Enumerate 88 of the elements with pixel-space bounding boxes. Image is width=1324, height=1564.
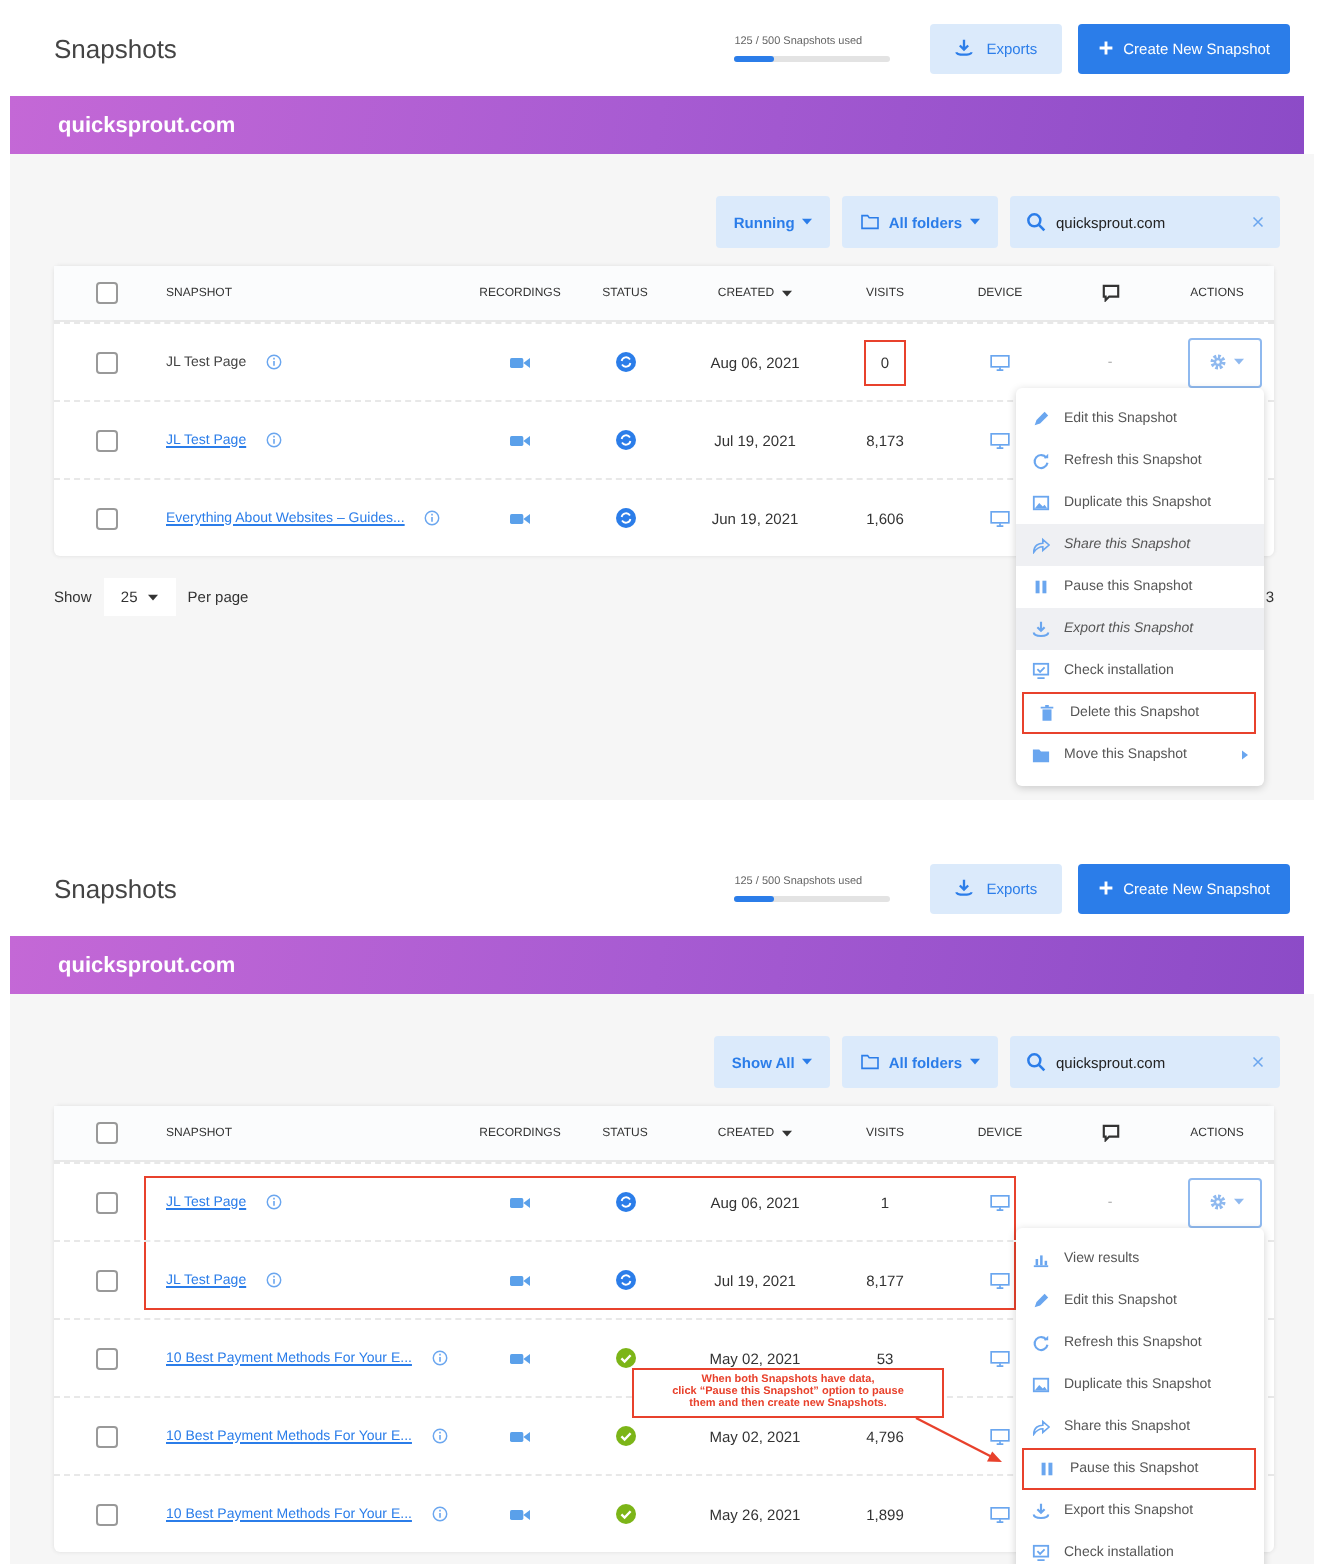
video-camera-icon[interactable] — [510, 1507, 530, 1521]
folder-icon — [860, 214, 881, 230]
video-camera-icon[interactable] — [510, 1273, 530, 1287]
pause-icon — [1032, 578, 1050, 596]
sync-status-icon — [615, 430, 635, 450]
sync-status-icon — [615, 1270, 635, 1290]
download-icon — [954, 38, 975, 58]
info-icon[interactable] — [266, 432, 283, 448]
desktop-icon — [990, 509, 1010, 527]
desktop-icon — [990, 1427, 1010, 1445]
desktop-icon — [990, 1349, 1010, 1367]
sort-caret-icon — [782, 1129, 793, 1137]
row-checkbox[interactable] — [96, 507, 118, 529]
refresh-icon — [1032, 1334, 1050, 1352]
check-status-icon — [615, 1426, 635, 1446]
settings-icon — [1207, 352, 1227, 372]
caret-icon — [802, 1058, 813, 1066]
row-checkbox[interactable] — [96, 1425, 118, 1447]
sync-status-icon — [615, 352, 635, 372]
desktop-icon — [990, 1505, 1010, 1523]
caret-icon — [148, 593, 159, 601]
sync-status-icon — [615, 508, 635, 528]
site-name: quicksprout.com — [58, 953, 236, 977]
download-icon — [954, 878, 975, 898]
desktop-icon — [990, 353, 1010, 371]
actions-button[interactable] — [1188, 337, 1262, 387]
close-icon[interactable] — [1252, 216, 1264, 228]
video-camera-icon[interactable] — [510, 433, 530, 447]
caret-icon — [1233, 358, 1243, 366]
settings-icon — [1207, 1192, 1227, 1212]
row-checkbox[interactable] — [96, 429, 118, 451]
info-icon[interactable] — [266, 1194, 283, 1210]
caret-icon — [802, 218, 813, 226]
row-checkbox[interactable] — [96, 351, 118, 373]
trash-icon — [1038, 704, 1056, 722]
image-icon — [1032, 1376, 1050, 1394]
pencil-icon — [1032, 1292, 1050, 1310]
desktop-icon — [990, 1271, 1010, 1289]
annotation-arrow — [910, 1412, 1006, 1468]
download-icon — [1032, 1502, 1050, 1520]
sort-caret-icon — [782, 289, 793, 297]
desktop-icon — [990, 431, 1010, 449]
close-icon[interactable] — [1252, 1056, 1264, 1068]
select-all-checkbox[interactable] — [96, 282, 118, 304]
search-icon — [1026, 212, 1046, 232]
desktop-icon — [990, 1193, 1010, 1211]
folder-icon — [860, 1054, 881, 1070]
caret-icon — [1233, 1198, 1243, 1206]
select-all-checkbox[interactable] — [96, 1122, 118, 1144]
folder-icon — [1032, 746, 1050, 764]
pause-icon — [1038, 1460, 1056, 1478]
row-checkbox[interactable] — [96, 1191, 118, 1213]
caret-icon — [970, 218, 980, 226]
check-status-icon — [615, 1504, 635, 1524]
row-checkbox[interactable] — [96, 1347, 118, 1369]
info-icon[interactable] — [431, 1506, 448, 1522]
share-icon — [1032, 1418, 1050, 1436]
info-icon[interactable] — [431, 1350, 448, 1366]
download-icon — [1032, 620, 1050, 638]
video-camera-icon[interactable] — [510, 1429, 530, 1443]
info-icon[interactable] — [266, 354, 283, 370]
caret-icon — [970, 1058, 980, 1066]
monitor-check-icon — [1032, 1544, 1050, 1562]
video-camera-icon[interactable] — [510, 355, 530, 369]
plus-icon — [1097, 880, 1114, 896]
row-checkbox[interactable] — [96, 1269, 118, 1291]
monitor-check-icon — [1032, 662, 1050, 680]
info-icon[interactable] — [424, 510, 441, 526]
bar-chart-icon — [1032, 1250, 1050, 1268]
sync-status-icon — [615, 1192, 635, 1212]
search-icon — [1026, 1052, 1046, 1072]
page-title: Snapshots — [54, 33, 179, 63]
pencil-icon — [1032, 410, 1050, 428]
page-title: Snapshots — [54, 873, 179, 903]
site-name: quicksprout.com — [58, 113, 236, 137]
video-camera-icon[interactable] — [510, 1351, 530, 1365]
refresh-icon — [1032, 452, 1050, 470]
plus-icon — [1097, 40, 1114, 56]
actions-button[interactable] — [1188, 1177, 1262, 1227]
check-status-icon — [615, 1348, 635, 1368]
info-icon[interactable] — [266, 1272, 283, 1288]
video-camera-icon[interactable] — [510, 511, 530, 525]
image-icon — [1032, 494, 1050, 512]
share-icon — [1032, 536, 1050, 554]
info-icon[interactable] — [431, 1428, 448, 1444]
row-checkbox[interactable] — [96, 1503, 118, 1525]
video-camera-icon[interactable] — [510, 1195, 530, 1209]
submenu-arrow-icon — [1242, 750, 1248, 760]
